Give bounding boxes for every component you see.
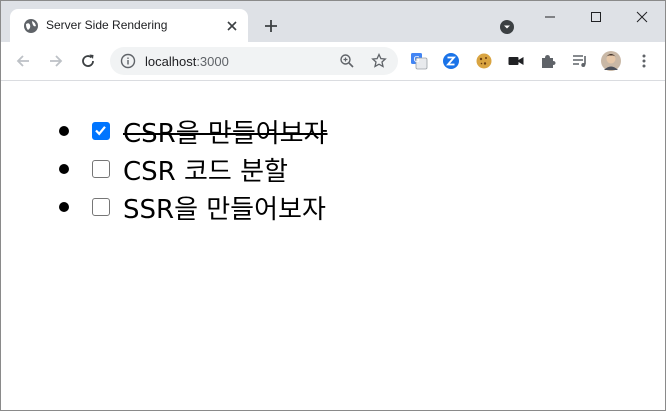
list-bullet [59, 164, 69, 174]
browser-window: Server Side Rendering localhost:3000 G C… [0, 0, 666, 411]
reload-icon[interactable] [79, 52, 97, 70]
info-icon[interactable] [120, 53, 136, 69]
kebab-menu-icon[interactable] [635, 52, 653, 70]
close-tab-icon[interactable] [224, 18, 240, 34]
todo-checkbox[interactable] [92, 122, 110, 140]
forward-arrow-icon[interactable] [47, 52, 65, 70]
svg-text:G: G [414, 55, 420, 64]
todo-item: CSR을 만들어보자 [56, 112, 328, 150]
zoom-icon[interactable] [339, 53, 355, 69]
tab-search-chevron-icon[interactable] [498, 18, 516, 36]
profile-avatar[interactable] [601, 51, 621, 71]
todo-label: CSR 코드 분할 [123, 156, 288, 187]
list-bullet [59, 202, 69, 212]
todo-label: SSR을 만들어보자 [123, 194, 326, 225]
address-bar[interactable]: localhost:3000 [110, 47, 398, 75]
z-extension-icon[interactable] [442, 52, 460, 70]
bookmark-star-icon[interactable] [371, 52, 387, 69]
puzzle-extensions-icon[interactable] [539, 52, 557, 70]
minimize-icon[interactable] [535, 7, 565, 27]
translate-extension-icon[interactable]: G [410, 52, 428, 70]
media-queue-icon[interactable] [571, 52, 589, 70]
todo-checkbox[interactable] [92, 198, 110, 216]
active-tab[interactable]: Server Side Rendering [10, 9, 248, 42]
todo-label: CSR을 만들어보자 [123, 118, 328, 149]
video-camera-extension-icon[interactable] [507, 52, 525, 70]
list-bullet [59, 126, 69, 136]
close-window-icon[interactable] [627, 7, 657, 27]
maximize-icon[interactable] [581, 7, 611, 27]
todo-list: CSR을 만들어보자 CSR 코드 분할 SSR을 만들어보자 [56, 112, 328, 226]
todo-checkbox[interactable] [92, 160, 110, 178]
cookie-extension-icon[interactable] [475, 52, 493, 70]
globe-icon [23, 18, 39, 34]
tab-title: Server Side Rendering [46, 18, 168, 32]
back-arrow-icon[interactable] [14, 52, 32, 70]
tab-strip: Server Side Rendering [1, 1, 665, 42]
todo-item: CSR 코드 분할 [56, 150, 328, 188]
url-host: localhost [145, 54, 197, 69]
new-tab-plus-icon[interactable] [262, 17, 280, 35]
browser-toolbar: localhost:3000 G [1, 42, 665, 81]
url-port: :3000 [196, 54, 229, 69]
page-content: CSR을 만들어보자 CSR 코드 분할 SSR을 만들어보자 [1, 81, 665, 410]
url-text[interactable]: localhost:3000 [145, 54, 229, 69]
todo-item: SSR을 만들어보자 [56, 188, 328, 226]
